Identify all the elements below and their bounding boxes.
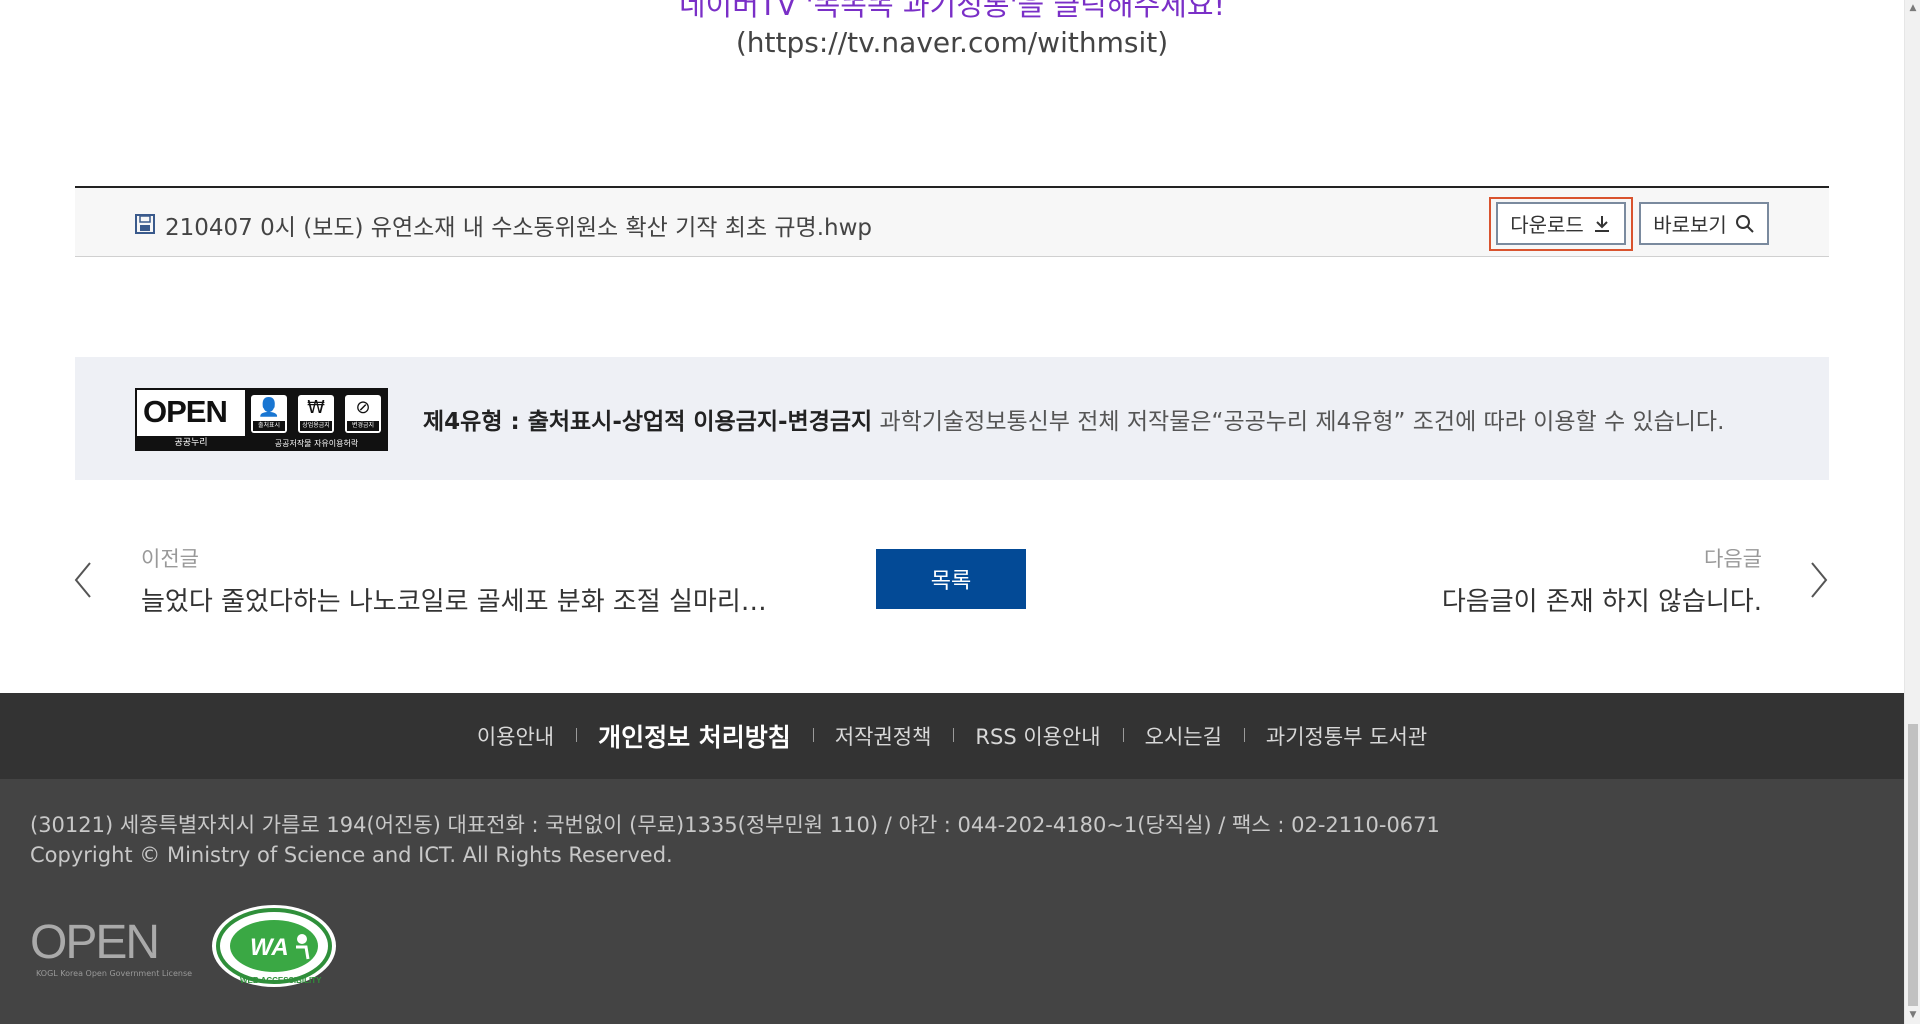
noncommercial-icon: ₩ 상업용금지	[298, 395, 334, 433]
license-box: OPEN 공공누리 👤 출처표시 ₩ 상업용금지 ⊘ 변경금지 공공저작물 자유이용허…	[75, 357, 1829, 480]
preview-button[interactable]: 바로보기	[1639, 202, 1769, 245]
kogl-open-logo[interactable]: OPEN KOGL Korea Open Government License	[30, 916, 192, 981]
prev-post-label: 이전글	[141, 547, 199, 571]
license-type-title: 제4유형 : 출처표시-상업적 이용금지-변경금지	[423, 409, 873, 435]
next-post-text: 다음글이 존재 하지 않습니다.	[1441, 587, 1762, 617]
download-icon	[1594, 215, 1609, 232]
scroll-down-arrow-icon[interactable]: ▼	[1905, 1007, 1920, 1024]
footer-copyright: Copyright © Ministry of Science and ICT.…	[30, 843, 673, 867]
footer-link-privacy-policy[interactable]: 개인정보 처리방침	[576, 718, 813, 754]
kogl-logo-text: OPEN	[30, 916, 160, 969]
footer-link-copyright-policy[interactable]: 저작권정책	[812, 721, 954, 751]
no-derivatives-icon: ⊘ 변경금지	[345, 395, 381, 433]
footer-links-bar: 이용안내 개인정보 처리방침 저작권정책 RSS 이용안내 오시는길 과기정통부…	[0, 693, 1904, 779]
naver-promo-text[interactable]: 네이버TV '똑똑똑 과기정통'을 클릭해주세요!	[0, 0, 1904, 24]
footer-address: (30121) 세종특별자치시 가름로 194(어진동) 대표전화 : 국번없이…	[30, 813, 1440, 837]
list-button[interactable]: 목록	[876, 549, 1026, 609]
attachment-row: 210407 0시 (보도) 유연소재 내 수소동위원소 확산 기작 최초 규명…	[75, 186, 1829, 257]
chevron-right-icon[interactable]	[1808, 560, 1830, 600]
open-logo-text: OPEN	[143, 394, 228, 429]
attribution-icon: 👤 출처표시	[251, 395, 287, 433]
prev-post-link[interactable]: 늘었다 줄었다하는 나노코일로 골세포 분화 조절 실마리…	[141, 581, 767, 618]
scroll-up-arrow-icon[interactable]: ▲	[1905, 0, 1920, 17]
next-post-label: 다음글	[1704, 547, 1762, 571]
download-button-label: 다운로드	[1510, 213, 1584, 237]
chevron-left-icon[interactable]	[72, 560, 94, 600]
open-logo-sub: 공공누리	[137, 436, 245, 451]
attachment-file-name[interactable]: 210407 0시 (보도) 유연소재 내 수소동위원소 확산 기작 최초 규명…	[165, 208, 872, 242]
footer-links-list: 이용안내 개인정보 처리방침 저작권정책 RSS 이용안내 오시는길 과기정통부…	[0, 693, 1904, 779]
license-type-text: 과학기술정보통신부 전체 저작물은“공공누리 제4유형” 조건에 따라 이용할 …	[872, 409, 1725, 435]
footer-info: (30121) 세종특별자치시 가름로 194(어진동) 대표전화 : 국번없이…	[0, 779, 1904, 1024]
license-description: 제4유형 : 출처표시-상업적 이용금지-변경금지 과학기술정보통신부 전체 저…	[423, 402, 1724, 436]
page-viewport: 네이버TV '똑똑똑 과기정통'을 클릭해주세요! (https://tv.na…	[0, 0, 1904, 1024]
kogl-type4-badge: OPEN 공공누리 👤 출처표시 ₩ 상업용금지 ⊘ 변경금지 공공저작물 자유이용허…	[135, 388, 388, 451]
footer-link-library[interactable]: 과기정통부 도서관	[1243, 721, 1449, 751]
footer-link-rss-guide[interactable]: RSS 이용안내	[953, 721, 1122, 751]
search-icon	[1735, 214, 1754, 233]
scrollbar-thumb[interactable]	[1908, 724, 1918, 1006]
open-logo-panel: OPEN 공공누리	[137, 390, 245, 451]
license-icons-panel: 👤 출처표시 ₩ 상업용금지 ⊘ 변경금지 공공저작물 자유이용허락	[245, 390, 388, 451]
svg-text:WEB ACCESSIBILITY: WEB ACCESSIBILITY	[240, 976, 322, 985]
preview-button-label: 바로보기	[1653, 213, 1727, 237]
kogl-logo-sub: KOGL Korea Open Government License	[36, 969, 193, 978]
floppy-disk-icon	[135, 214, 155, 234]
naver-url-text: (https://tv.naver.com/withmsit)	[735, 26, 1169, 59]
web-accessibility-mark-icon[interactable]: WA WEB ACCESSIBILITY	[210, 903, 338, 989]
license-icons-sub: 공공저작물 자유이용허락	[274, 439, 359, 448]
page-scrollbar[interactable]: ▲ ▼	[1904, 0, 1920, 1024]
download-button[interactable]: 다운로드	[1496, 202, 1626, 245]
footer-link-directions[interactable]: 오시는길	[1122, 721, 1244, 751]
footer-link-usage-guide[interactable]: 이용안내	[455, 721, 576, 751]
svg-text:WA: WA	[250, 934, 289, 961]
